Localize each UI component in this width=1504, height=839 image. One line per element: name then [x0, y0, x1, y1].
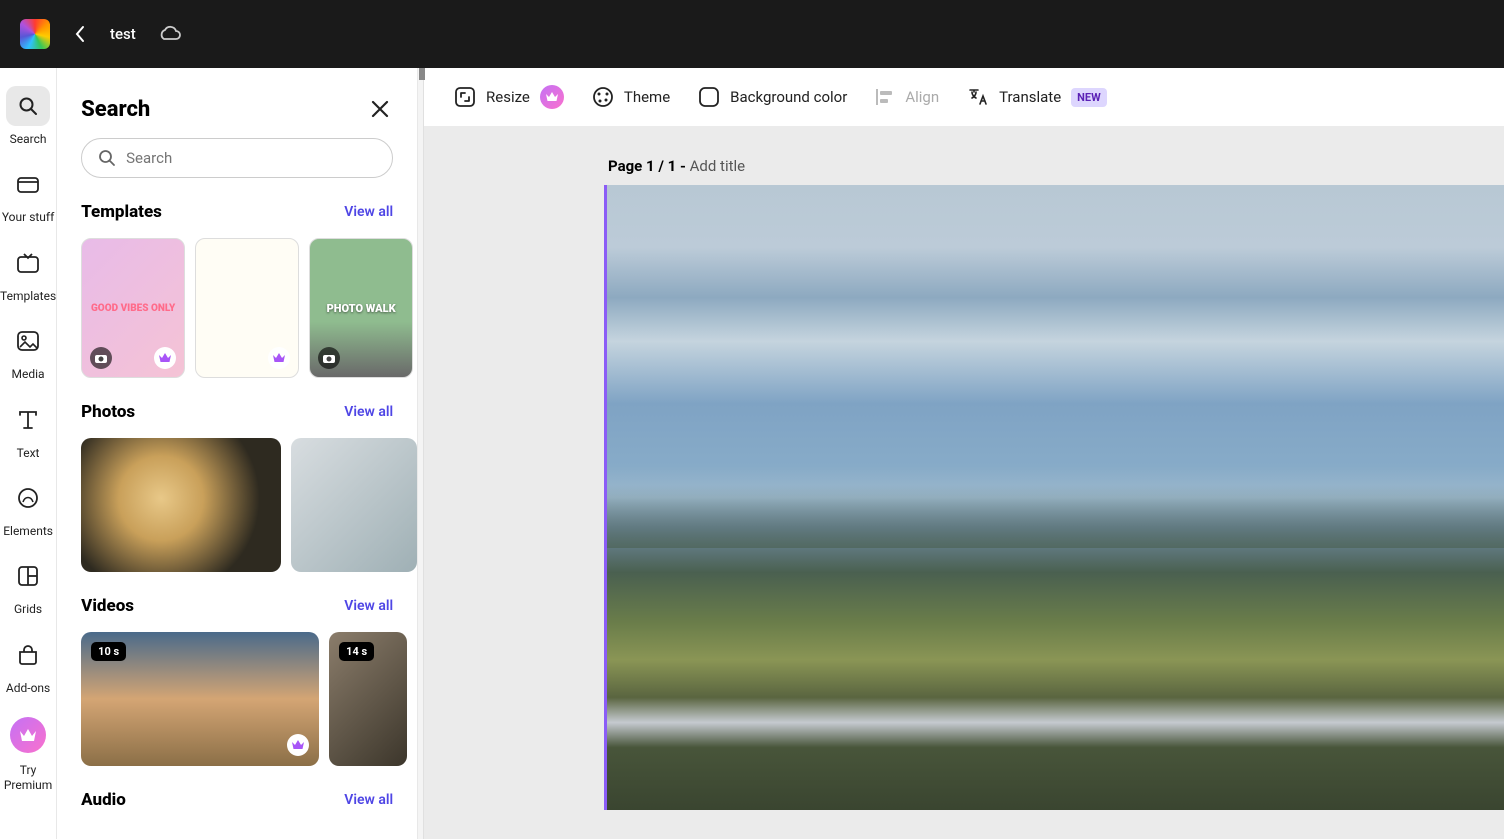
premium-indicator-icon — [540, 85, 564, 109]
photos-row — [57, 430, 417, 588]
templates-row — [57, 230, 417, 394]
rail-item-text[interactable]: Text — [0, 396, 56, 464]
rail-item-your-stuff[interactable]: Your stuff — [0, 160, 56, 228]
search-panel: Search Templates View all — [57, 68, 418, 839]
grids-icon — [18, 566, 38, 586]
template-thumb[interactable] — [309, 238, 413, 378]
translate-icon — [967, 87, 989, 107]
new-badge: NEW — [1071, 88, 1107, 107]
back-button[interactable] — [64, 25, 96, 43]
tool-label: Align — [905, 88, 939, 106]
background-color-button[interactable]: Background color — [698, 86, 847, 108]
panel-title: Search — [81, 97, 150, 122]
rail-label: Add-ons — [6, 681, 50, 695]
section-title-audio: Audio — [81, 790, 126, 810]
rail-label: Your stuff — [2, 210, 54, 224]
video-duration-badge: 14 s — [339, 642, 374, 661]
rail-label: Search — [10, 132, 47, 146]
left-rail: Search Your stuff Templates Media Text E… — [0, 68, 57, 839]
resize-button[interactable]: Resize — [454, 85, 564, 109]
canvas-image[interactable] — [607, 185, 1504, 810]
theme-icon — [592, 86, 614, 108]
page-workspace[interactable]: Page 1 / 1 - Add title — [424, 127, 1504, 839]
tool-label: Theme — [624, 88, 670, 106]
premium-badge-icon — [268, 347, 290, 369]
resize-icon — [454, 86, 476, 108]
align-icon — [875, 88, 895, 106]
rail-label: Elements — [3, 524, 53, 538]
app-logo[interactable] — [20, 19, 50, 49]
rail-item-media[interactable]: Media — [0, 317, 56, 385]
close-icon — [371, 100, 389, 118]
view-all-videos[interactable]: View all — [344, 598, 393, 614]
elements-icon — [17, 488, 39, 508]
align-button[interactable]: Align — [875, 88, 939, 106]
rail-label: Templates — [0, 289, 56, 303]
document-name[interactable]: test — [110, 25, 136, 43]
photo-thumb[interactable] — [291, 438, 417, 572]
video-duration-badge: 10 s — [91, 642, 126, 661]
search-input-container[interactable] — [81, 138, 393, 178]
view-all-photos[interactable]: View all — [344, 404, 393, 420]
rail-item-grids[interactable]: Grids — [0, 552, 56, 620]
add-title-placeholder[interactable]: Add title — [690, 157, 746, 175]
background-icon — [698, 86, 720, 108]
camera-badge-icon — [318, 347, 340, 369]
canvas-page[interactable] — [604, 185, 1504, 810]
page-number: Page 1 / 1 - — [608, 157, 690, 175]
canvas-toolbar: Resize Theme Background color Align Tran… — [424, 68, 1504, 127]
rail-item-search[interactable]: Search — [0, 82, 56, 150]
rail-item-premium[interactable]: Try Premium — [0, 713, 56, 796]
video-thumb[interactable]: 10 s — [81, 632, 319, 766]
tool-label: Resize — [486, 88, 530, 106]
rail-label: Media — [12, 367, 45, 381]
premium-badge-icon — [287, 734, 309, 756]
rail-label: Grids — [14, 602, 42, 616]
view-all-audio[interactable]: View all — [344, 792, 393, 808]
cloud-sync-icon[interactable] — [158, 25, 182, 43]
tool-label: Background color — [730, 88, 847, 106]
rail-label: Try Premium — [0, 763, 56, 792]
view-all-templates[interactable]: View all — [344, 204, 393, 220]
camera-badge-icon — [90, 347, 112, 369]
section-title-photos: Photos — [81, 402, 135, 422]
tool-label: Translate — [999, 88, 1061, 106]
media-icon — [17, 331, 39, 351]
template-thumb[interactable] — [195, 238, 299, 378]
search-icon — [18, 96, 38, 116]
chevron-left-icon — [74, 25, 86, 43]
text-icon — [18, 411, 38, 429]
rail-item-addons[interactable]: Add-ons — [0, 631, 56, 699]
video-thumb[interactable]: 14 s — [329, 632, 407, 766]
templates-icon — [17, 253, 39, 273]
photo-thumb[interactable] — [81, 438, 281, 572]
rail-label: Text — [17, 446, 40, 460]
addons-icon — [17, 645, 39, 665]
premium-badge-icon — [154, 347, 176, 369]
videos-row: 10 s 14 s — [57, 624, 417, 782]
folder-icon — [17, 175, 39, 193]
section-title-templates: Templates — [81, 202, 162, 222]
translate-button[interactable]: Translate NEW — [967, 87, 1107, 107]
rail-item-elements[interactable]: Elements — [0, 474, 56, 542]
crown-icon — [19, 728, 37, 742]
section-title-videos: Videos — [81, 596, 134, 616]
canvas-area: Resize Theme Background color Align Tran… — [424, 68, 1504, 839]
close-panel-button[interactable] — [367, 96, 393, 122]
rail-item-templates[interactable]: Templates — [0, 239, 56, 307]
theme-button[interactable]: Theme — [592, 86, 670, 108]
search-input[interactable] — [126, 149, 376, 167]
search-icon — [98, 149, 116, 167]
page-label[interactable]: Page 1 / 1 - Add title — [608, 157, 1504, 175]
app-header: test — [0, 0, 1504, 68]
template-thumb[interactable] — [81, 238, 185, 378]
